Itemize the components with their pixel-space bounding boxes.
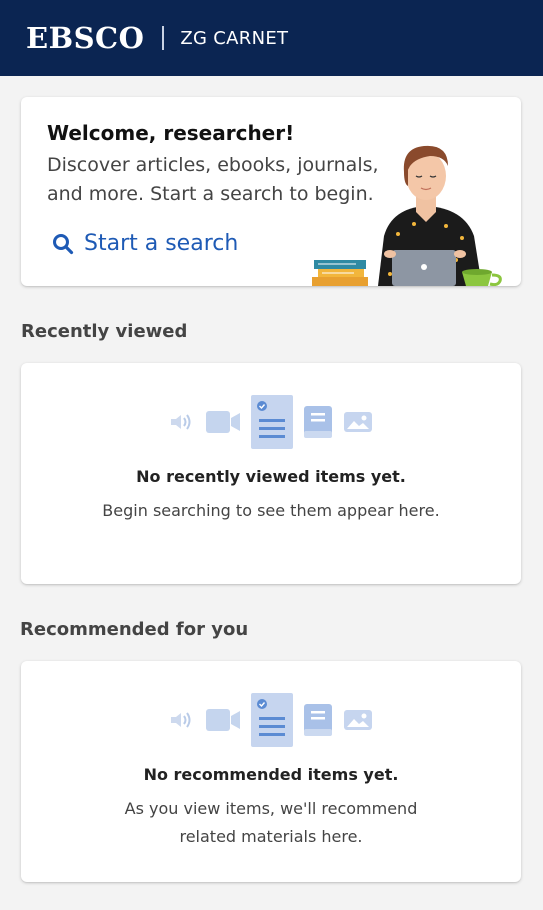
recently-viewed-heading: Recently viewed [21, 321, 188, 342]
audio-icon [169, 412, 195, 432]
header-divider [162, 26, 165, 50]
welcome-title: Welcome, researcher! [47, 121, 295, 145]
start-search-link[interactable]: Start a search [52, 231, 238, 256]
recommended-empty-body: As you view items, we'll recommend relat… [124, 799, 418, 846]
content-type-icons [21, 395, 521, 449]
recommended-empty-title: No recommended items yet. [143, 765, 399, 784]
image-icon [343, 411, 373, 433]
audio-icon [169, 710, 195, 730]
video-icon [205, 708, 241, 732]
video-icon [205, 410, 241, 434]
start-search-label: Start a search [84, 231, 239, 256]
institution-name: ZG CARNET [180, 27, 289, 49]
recently-viewed-empty-body: Begin searching to see them appear here. [102, 501, 440, 520]
content-type-icons [21, 693, 521, 747]
recently-viewed-empty-title: No recently viewed items yet. [136, 467, 406, 486]
recently-viewed-card: No recently viewed items yet. Begin sear… [21, 363, 521, 584]
recommended-heading: Recommended for you [20, 619, 249, 640]
welcome-card: Welcome, researcher! Discover articles, … [21, 97, 521, 286]
search-icon [53, 233, 74, 254]
book-icon [303, 405, 333, 439]
image-icon [343, 709, 373, 731]
app-header: EBSCO ZG CARNET [0, 0, 543, 76]
article-icon [251, 395, 293, 449]
book-icon [303, 703, 333, 737]
researcher-illustration [312, 145, 502, 286]
article-icon [251, 693, 293, 747]
ebsco-logo[interactable]: EBSCO [26, 21, 144, 55]
recommended-card: No recommended items yet. As you view it… [21, 661, 521, 882]
